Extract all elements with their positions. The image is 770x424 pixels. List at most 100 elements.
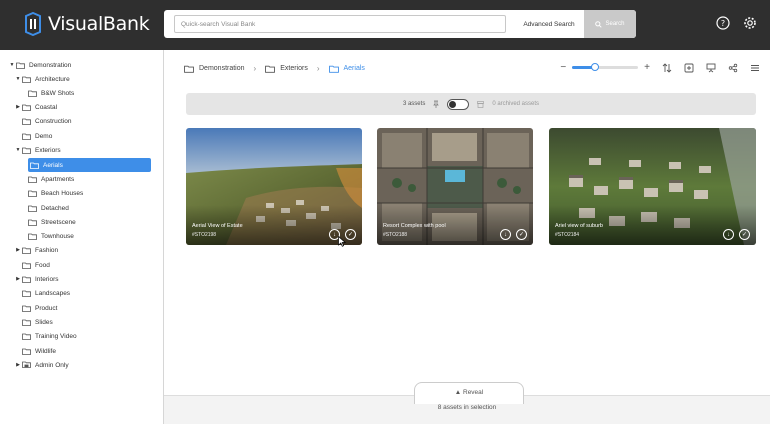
- caret-down-icon[interactable]: ▼: [14, 76, 22, 82]
- caret-down-icon[interactable]: ▼: [14, 147, 22, 153]
- tree-item-exteriors[interactable]: ▼ Exteriors: [14, 143, 61, 157]
- folder-icon: [22, 118, 31, 125]
- tree-item-demo[interactable]: Demo: [22, 129, 52, 143]
- locked-folder-icon: [22, 361, 31, 368]
- select-check-icon[interactable]: ✓: [516, 229, 527, 240]
- chevron-right-icon: ›: [316, 64, 320, 73]
- tree-label: Demonstration: [29, 61, 72, 69]
- caret-down-icon[interactable]: ▼: [8, 62, 16, 68]
- folder-icon: [22, 133, 31, 140]
- presentation-icon[interactable]: [706, 63, 716, 73]
- caret-right-icon[interactable]: ▶: [14, 276, 22, 282]
- selection-count: 8 assets in selection: [437, 404, 497, 411]
- archive-toggle[interactable]: [447, 98, 470, 110]
- folder-icon: [22, 319, 31, 326]
- tree-label: Wildlife: [35, 347, 56, 355]
- asset-card[interactable]: Ariel view of suburb #STO2184 ↓ ✓: [549, 128, 756, 245]
- tree-label: Demo: [35, 132, 53, 140]
- tree-label: Slides: [35, 318, 53, 326]
- tree-label: Detached: [41, 204, 69, 212]
- zoom-slider-handle[interactable]: [591, 63, 600, 71]
- breadcrumb-item[interactable]: Demonstration: [199, 65, 245, 72]
- tree-item-apartments[interactable]: Apartments: [28, 172, 74, 186]
- folder-icon: [22, 262, 31, 269]
- tree-item-fashion[interactable]: ▶ Fashion: [14, 243, 58, 257]
- reveal-button[interactable]: ▲ Reveal: [414, 382, 524, 404]
- zoom-in-button[interactable]: +: [644, 62, 650, 73]
- sort-icon[interactable]: [662, 62, 672, 73]
- search-icon: [595, 20, 603, 28]
- caret-right-icon[interactable]: ▶: [14, 104, 22, 110]
- search-bar: Advanced Search Search: [164, 10, 636, 38]
- folder-icon: [28, 219, 37, 226]
- asset-card[interactable]: Resort Complex with pool #STO2188 ↓ ✓: [377, 128, 533, 245]
- caret-right-icon[interactable]: ▶: [14, 247, 22, 253]
- archive-icon: [477, 100, 485, 108]
- tree-item-food[interactable]: Food: [22, 258, 50, 272]
- tree-item-slides[interactable]: Slides: [22, 315, 53, 329]
- folder-icon: [22, 76, 31, 83]
- tree-item-construction[interactable]: Construction: [22, 114, 72, 128]
- tree-item-coastal[interactable]: ▶ Coastal: [14, 100, 57, 114]
- tree-item-streetscene[interactable]: Streetscene: [28, 215, 76, 229]
- tree-label: Apartments: [41, 175, 75, 183]
- tree-item-aerials[interactable]: Aerials: [28, 158, 151, 172]
- tree-label: Aerials: [43, 161, 63, 169]
- folder-icon: [22, 104, 31, 111]
- zoom-out-button[interactable]: −: [560, 62, 566, 73]
- folder-icon: [22, 348, 31, 355]
- tree-item-interiors[interactable]: ▶ Interiors: [14, 272, 58, 286]
- tree-label: Townhouse: [41, 232, 74, 240]
- top-bar: VisualBank Advanced Search Search ?: [0, 0, 770, 50]
- asset-title: Ariel view of suburb: [555, 223, 603, 229]
- tree-item-training-video[interactable]: Training Video: [22, 329, 77, 343]
- tree-item-architecture[interactable]: ▼ Architecture: [14, 72, 70, 86]
- tree-item-product[interactable]: Product: [22, 301, 57, 315]
- advanced-search-link[interactable]: Advanced Search: [514, 21, 584, 28]
- select-check-icon[interactable]: ✓: [345, 229, 356, 240]
- tree-label: Product: [35, 304, 58, 312]
- tree-label: Streetscene: [41, 218, 76, 226]
- select-check-icon[interactable]: ✓: [739, 229, 750, 240]
- folder-icon: [184, 65, 194, 73]
- folder-icon: [328, 65, 339, 73]
- folder-icon: [28, 233, 37, 240]
- gear-icon[interactable]: [743, 16, 757, 30]
- download-icon[interactable]: ↓: [500, 229, 511, 240]
- tree-label: Interiors: [35, 275, 59, 283]
- download-icon[interactable]: ↓: [723, 229, 734, 240]
- folder-icon: [22, 247, 31, 254]
- share-icon[interactable]: [728, 63, 738, 73]
- tree-item-landscapes[interactable]: Landscapes: [22, 286, 70, 300]
- folder-icon: [30, 162, 39, 169]
- breadcrumb-item[interactable]: Exteriors: [280, 65, 308, 72]
- archived-count: 0 archived assets: [492, 101, 540, 107]
- zoom-slider[interactable]: [572, 63, 639, 71]
- tree-label: Food: [35, 261, 50, 269]
- folder-icon: [22, 147, 31, 154]
- tree-item-beach-houses[interactable]: Beach Houses: [28, 186, 83, 200]
- tree-label: Beach Houses: [41, 189, 84, 197]
- asset-card[interactable]: Aerial View of Estate #STO2198 ↓ ✓: [186, 128, 362, 245]
- menu-icon[interactable]: [750, 63, 760, 73]
- tree-item-demonstration[interactable]: ▼ Demonstration: [8, 58, 72, 72]
- tree-item-wildlife[interactable]: Wildlife: [22, 344, 56, 358]
- asset-actions: ↓ ✓: [723, 229, 750, 240]
- caret-right-icon[interactable]: ▶: [14, 362, 22, 368]
- breadcrumb: Demonstration › Exteriors › Aerials: [184, 64, 365, 73]
- search-input[interactable]: [174, 15, 506, 33]
- add-box-icon[interactable]: [684, 63, 694, 73]
- tree-label: Fashion: [35, 246, 59, 254]
- main-content: Demonstration › Exteriors › Aerials − + …: [164, 50, 770, 424]
- zoom-control: − +: [560, 62, 650, 73]
- tree-item-bw-shots[interactable]: B&W Shots: [28, 86, 74, 100]
- tree-item-admin-only[interactable]: ▶ Admin Only: [14, 358, 69, 372]
- tree-label: Training Video: [35, 332, 77, 340]
- asset-count: 3 assets: [402, 101, 426, 107]
- logo[interactable]: VisualBank: [24, 12, 150, 36]
- tree-item-detached[interactable]: Detached: [28, 201, 69, 215]
- tree-item-townhouse[interactable]: Townhouse: [28, 229, 74, 243]
- search-button[interactable]: Search: [584, 10, 636, 38]
- help-icon[interactable]: ?: [716, 16, 730, 30]
- folder-icon: [28, 90, 37, 97]
